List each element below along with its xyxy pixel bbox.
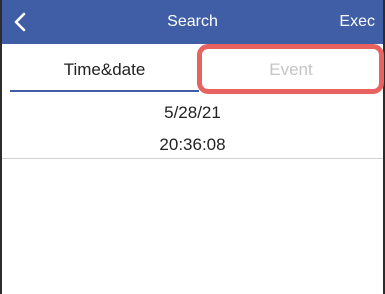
record-date: 5/28/21: [164, 103, 221, 122]
app-screen: Search Exec Time&date Event 5/28/21 20:3…: [0, 0, 385, 294]
tab-event[interactable]: Event: [199, 44, 383, 92]
exec-button[interactable]: Exec: [339, 0, 375, 44]
divider: [2, 158, 383, 159]
record-time: 20:36:08: [159, 135, 226, 154]
header-bar: Search Exec: [2, 0, 383, 44]
back-button[interactable]: [2, 0, 38, 44]
chevron-left-icon: [13, 12, 27, 32]
tab-time-date[interactable]: Time&date: [10, 44, 199, 92]
page-title: Search: [167, 13, 218, 30]
tab-bar: Time&date Event: [2, 44, 383, 92]
